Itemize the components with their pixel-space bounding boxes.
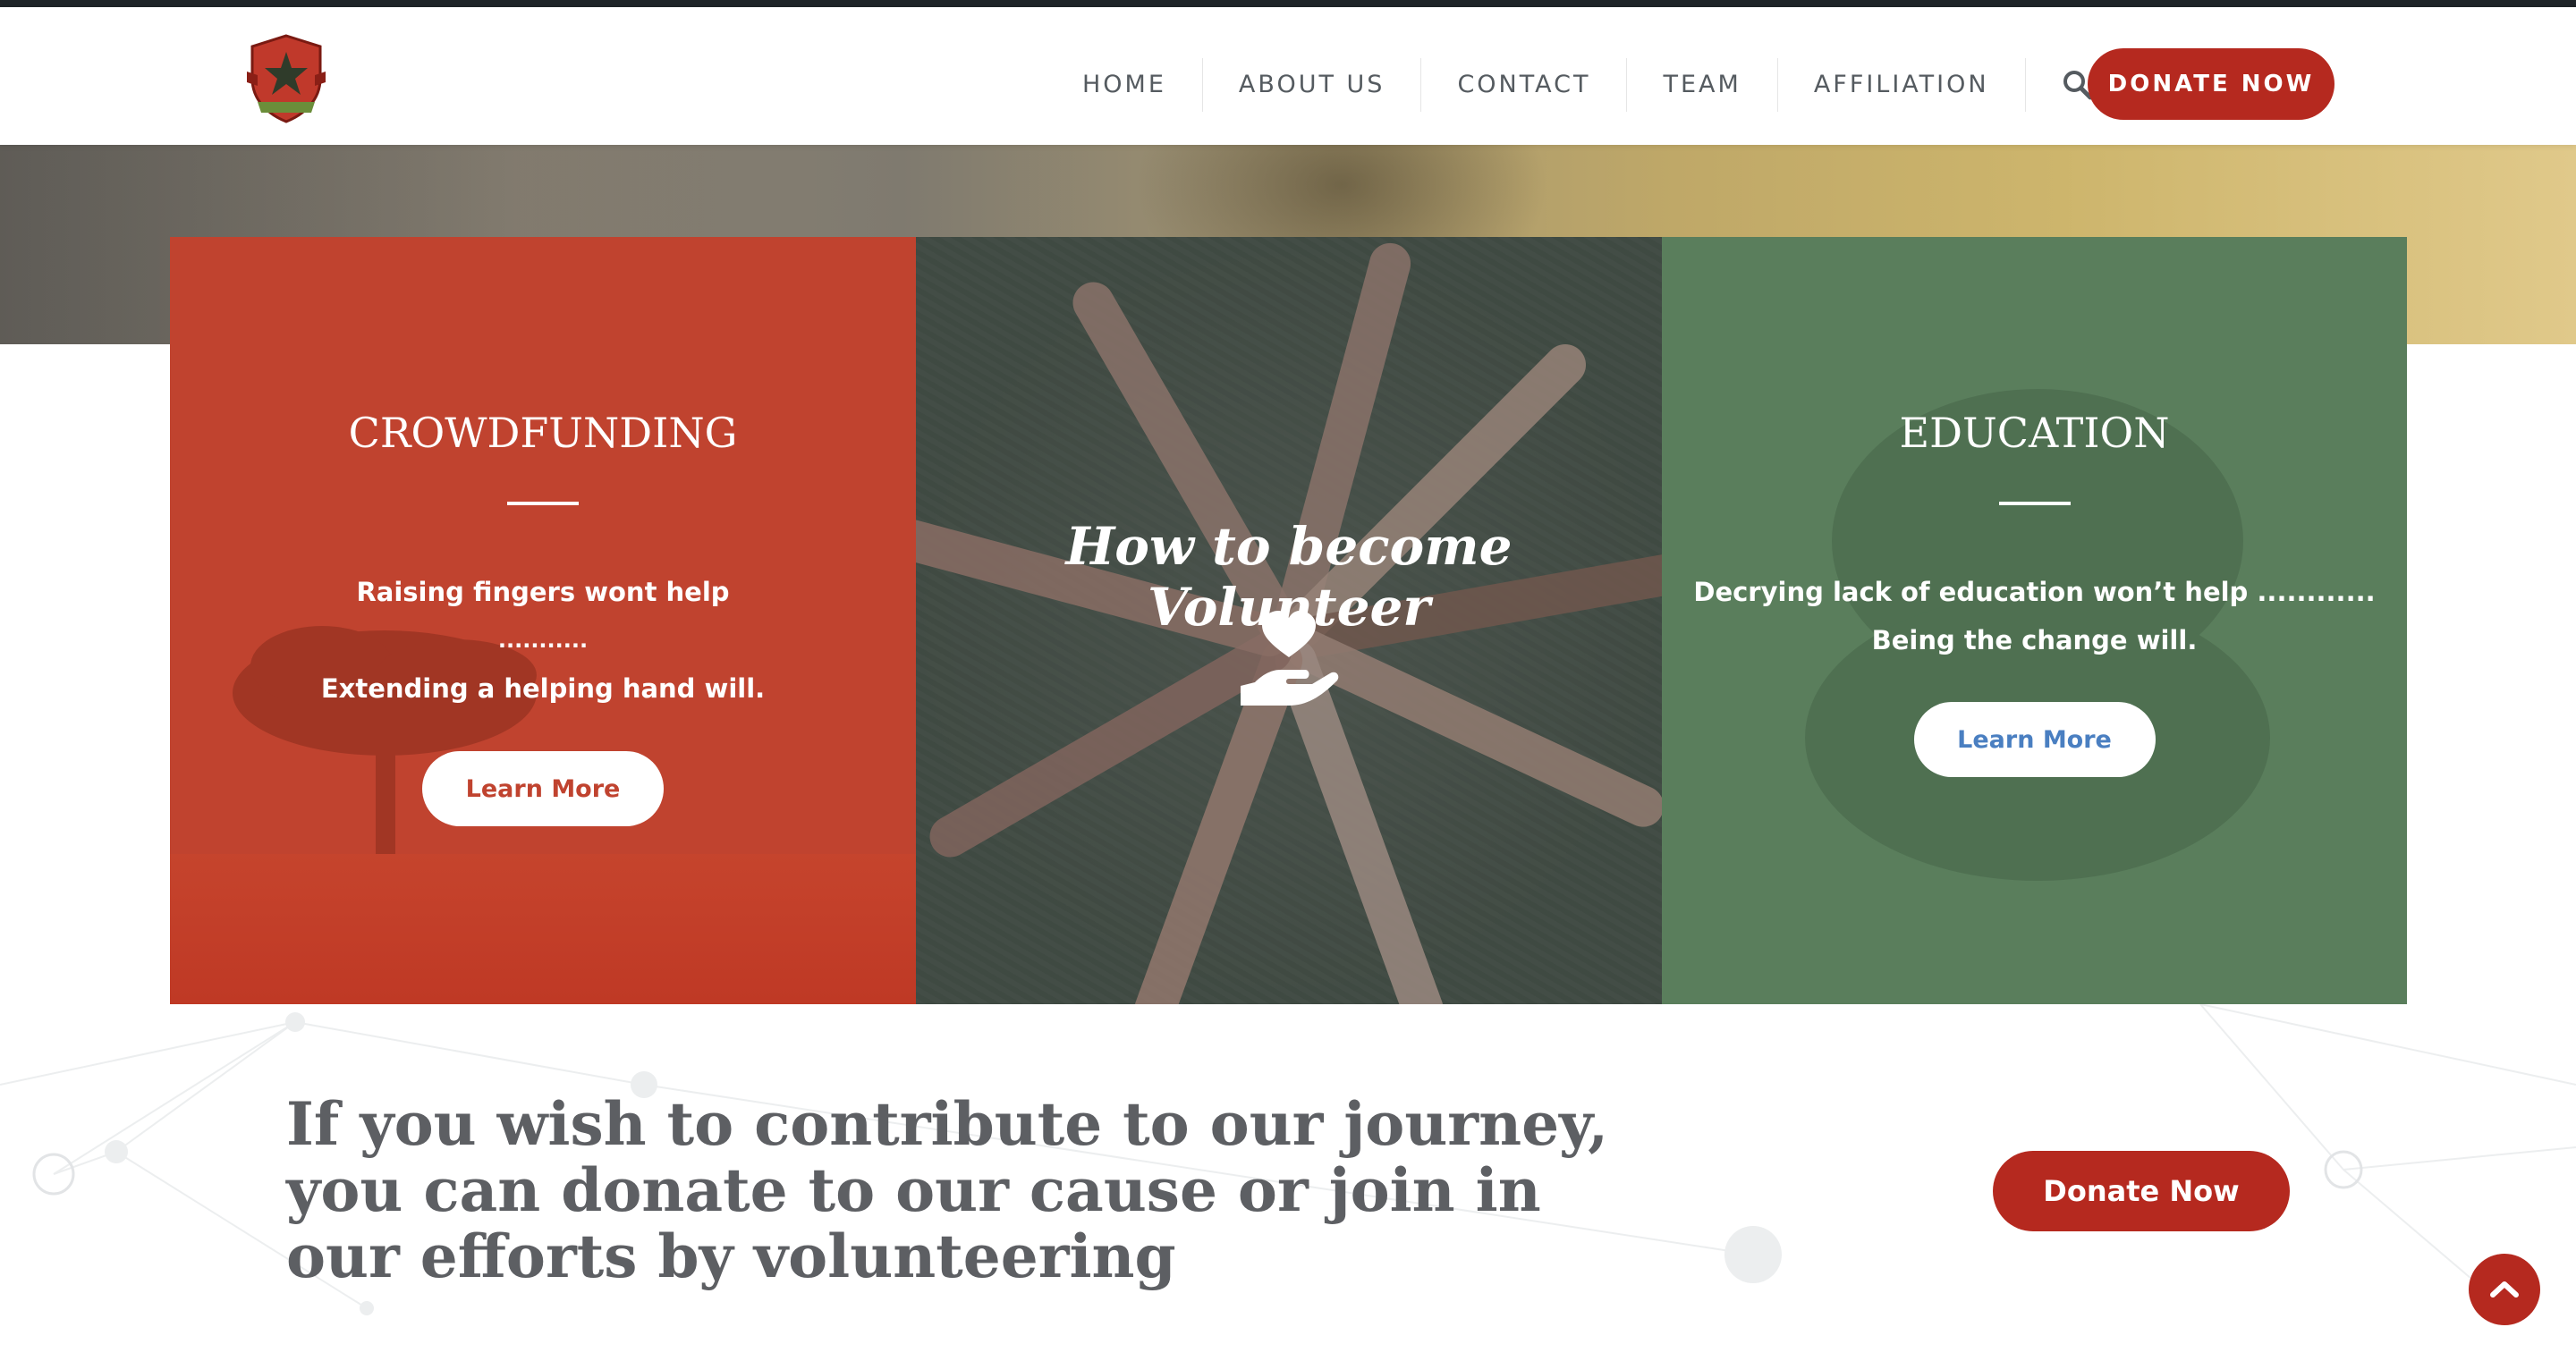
panel-text-line2: Being the change will.: [1871, 625, 2198, 655]
feature-panels: CROWDFUNDING Raising fingers wont help .…: [170, 237, 2407, 1004]
panel-title: CROWDFUNDING: [348, 409, 738, 457]
horizon-glow: [170, 854, 916, 1004]
panel-education: EDUCATION Decrying lack of education won…: [1662, 237, 2407, 1004]
logo[interactable]: [242, 32, 331, 125]
nav-team[interactable]: TEAM: [1627, 58, 1778, 112]
nav-affiliation[interactable]: AFFILIATION: [1778, 58, 2026, 112]
site-header: HOME ABOUT US CONTACT TEAM AFFILIATION D…: [0, 7, 2576, 145]
donate-now-button[interactable]: DONATE NOW: [2088, 48, 2334, 120]
panel-crowdfunding: CROWDFUNDING Raising fingers wont help .…: [170, 237, 916, 1004]
panel-text-line3: Extending a helping hand will.: [320, 673, 766, 704]
panel-text-dots: ...........: [497, 628, 589, 653]
chevron-up-icon: [2490, 1281, 2519, 1298]
main-nav: HOME ABOUT US CONTACT TEAM AFFILIATION: [1046, 41, 2096, 129]
nav-home[interactable]: HOME: [1046, 58, 1203, 112]
panel-title: EDUCATION: [1899, 409, 2170, 457]
learn-more-button[interactable]: Learn More: [422, 751, 664, 826]
panel-volunteer[interactable]: How to become Volunteer: [916, 237, 1662, 1004]
title-divider: [507, 502, 579, 505]
heart-hand-icon: [1241, 611, 1339, 706]
panel-text-line1: Raising fingers wont help: [356, 577, 730, 607]
panel-text-line1: Decrying lack of education won’t help ..…: [1693, 577, 2376, 607]
scroll-to-top-button[interactable]: [2469, 1254, 2540, 1325]
nav-about-us[interactable]: ABOUT US: [1203, 58, 1422, 112]
nav-contact[interactable]: CONTACT: [1421, 58, 1628, 112]
donate-now-button-bottom[interactable]: Donate Now: [1993, 1151, 2290, 1231]
cta-headline: If you wish to contribute to our journey…: [286, 1089, 1609, 1291]
top-strip: [0, 0, 2576, 7]
title-divider: [1998, 502, 2071, 505]
learn-more-button[interactable]: Learn More: [1913, 702, 2156, 777]
